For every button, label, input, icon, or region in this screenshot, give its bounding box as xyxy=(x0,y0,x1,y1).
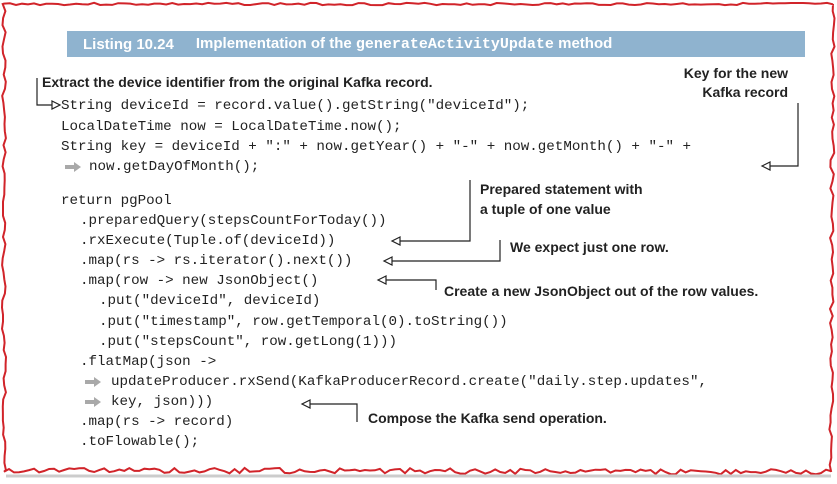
annotation-one-row: We expect just one row. xyxy=(510,239,669,255)
code-line-16: .map(rs -> record) xyxy=(80,414,234,430)
code-line-4: now.getDayOfMonth(); xyxy=(89,159,260,175)
listing-title-suffix: method xyxy=(558,35,613,52)
annotation-prepared-line2: a tuple of one value xyxy=(480,201,611,217)
callout-arrow-icon xyxy=(310,403,358,422)
listing-number: Listing 10.24 xyxy=(83,35,174,53)
continuation-arrow-icon xyxy=(85,377,101,387)
continuation-arrow-icon xyxy=(65,162,81,172)
annotation-key-line2: Kafka record xyxy=(702,84,788,100)
code-line-6: .preparedQuery(stepsCountForToday()) xyxy=(80,213,387,229)
code-line-14: updateProducer.rxSend(KafkaProducerRecor… xyxy=(111,374,707,390)
code-line-8: .map(rs -> rs.iterator().next()) xyxy=(80,253,353,269)
code-line-17: .toFlowable(); xyxy=(80,434,200,450)
listing-title-code: generateActivityUpdate xyxy=(355,36,554,53)
callout-arrow-icon xyxy=(770,103,799,167)
callout-arrow-icon xyxy=(386,279,437,290)
code-line-1: String deviceId = record.value().getStri… xyxy=(61,98,530,114)
annotation-extract: Extract the device identifier from the o… xyxy=(42,74,433,90)
annotation-key-line1: Key for the new xyxy=(683,65,788,81)
code-line-9: .map(row -> new JsonObject() xyxy=(80,273,319,289)
annotation-prepared-line1: Prepared statement with xyxy=(480,181,643,197)
annotation-compose: Compose the Kafka send operation. xyxy=(368,410,607,426)
listing-title: Implementation of the generateActivityUp… xyxy=(196,35,612,53)
code-line-11: .put("timestamp", row.getTemporal(0).toS… xyxy=(99,314,508,330)
continuation-arrow-icon xyxy=(85,397,101,407)
callout-arrow-icon xyxy=(400,180,471,242)
code-line-10: .put("deviceId", deviceId) xyxy=(99,293,321,309)
annotation-json-object: Create a new JsonObject out of the row v… xyxy=(444,283,759,299)
code-line-12: .put("stepsCount", row.getLong(1))) xyxy=(99,334,397,350)
listing-header: Listing 10.24 Implementation of the gene… xyxy=(67,31,805,57)
code-line-3: String key = deviceId + ":" + now.getYea… xyxy=(61,139,692,155)
code-line-7: .rxExecute(Tuple.of(deviceId)) xyxy=(80,233,336,249)
code-line-15: key, json))) xyxy=(111,394,214,410)
code-line-2: LocalDateTime now = LocalDateTime.now(); xyxy=(61,119,402,135)
code-line-5: return pgPool xyxy=(61,193,172,209)
listing-page: Listing 10.24 Implementation of the gene… xyxy=(0,0,837,484)
code-line-13: .flatMap(json -> xyxy=(80,354,217,370)
callout-arrow-icon xyxy=(392,240,501,262)
listing-title-prefix: Implementation of the xyxy=(195,35,352,52)
